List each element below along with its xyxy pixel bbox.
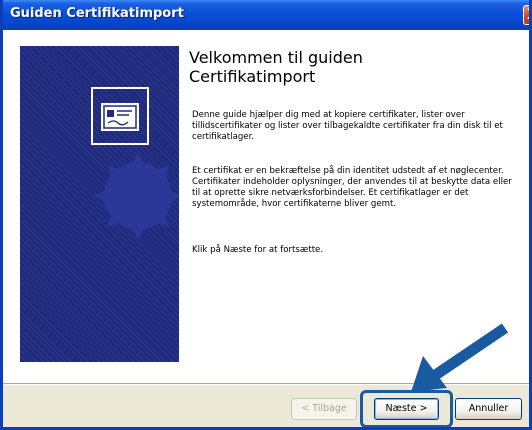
cancel-button[interactable]: Annuller — [455, 398, 522, 420]
heading-line-1: Velkommen til guiden — [189, 48, 363, 67]
intro-paragraph: Denne guide hjælper dig med at kopiere c… — [192, 110, 503, 142]
close-icon: X — [527, 7, 529, 23]
instruction-paragraph: Klik på Næste for at fortsætte. — [192, 245, 324, 255]
certificate-icon — [91, 87, 179, 240]
pointer-arrow-icon — [411, 323, 509, 392]
window-title: Guiden Certifikatimport — [10, 6, 184, 21]
close-button[interactable]: X — [523, 5, 529, 25]
title-bar[interactable]: Guiden Certifikatimport X — [3, 0, 529, 30]
back-button[interactable]: < Tilbage — [291, 398, 357, 420]
wizard-heading: Velkommen til guiden Certifikatimport — [189, 48, 509, 86]
heading-line-2: Certifikatimport — [189, 67, 316, 86]
wizard-side-panel — [20, 46, 179, 362]
wizard-window: Guiden Certifikatimport X — [0, 0, 532, 430]
definition-paragraph: Et certifikat er en bekræftelse på din i… — [192, 166, 512, 209]
next-button[interactable]: Næste > — [374, 398, 439, 420]
